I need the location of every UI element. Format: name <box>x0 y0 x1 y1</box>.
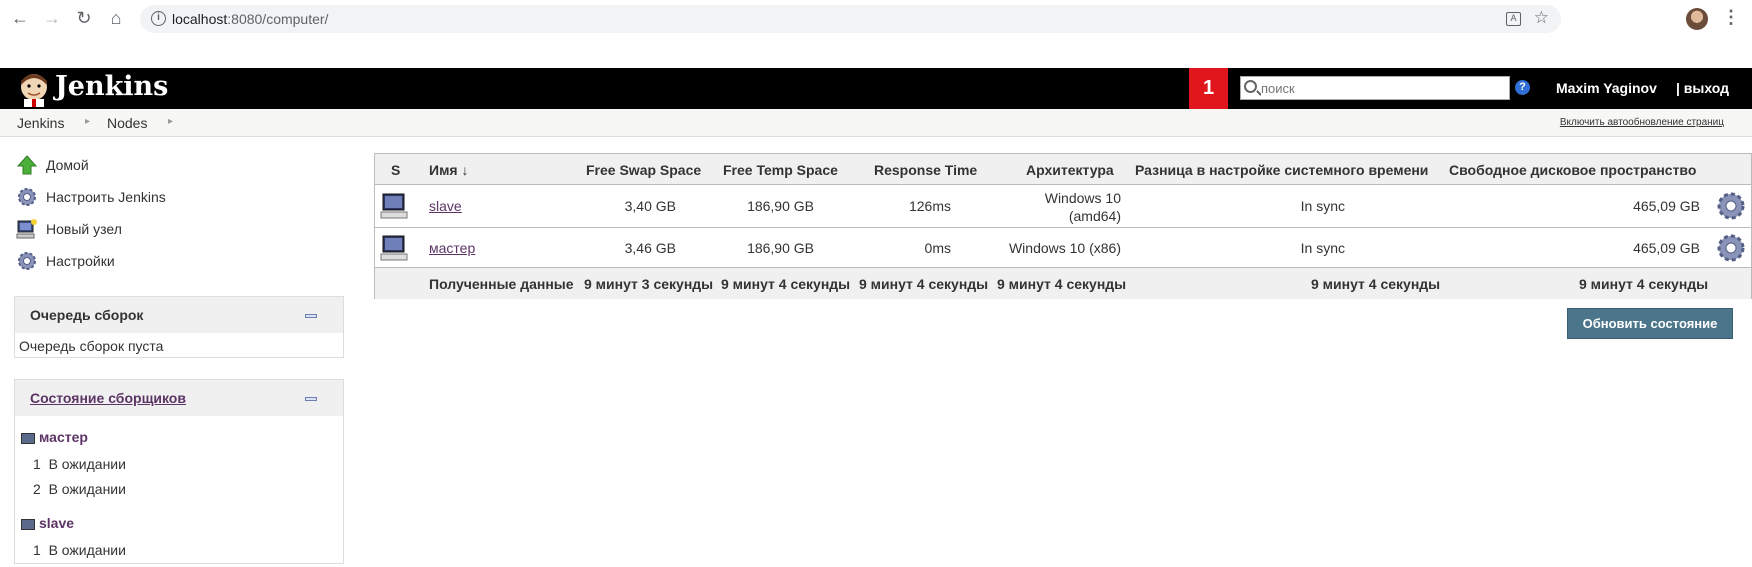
breadcrumb-separator-icon[interactable]: ▸ <box>168 116 173 127</box>
footer-swap: 9 минут 3 секунды <box>584 276 714 292</box>
temp-value: 186,90 GB <box>747 240 814 256</box>
swap-value: 3,46 GB <box>624 240 676 256</box>
search-icon <box>1244 80 1257 93</box>
translate-icon[interactable]: A <box>1506 12 1521 26</box>
computer-icon <box>380 193 408 219</box>
refresh-status-button[interactable]: Обновить состояние <box>1567 308 1733 339</box>
jenkins-header: Jenkins 1 ? Maxim Yaginov | выход <box>0 68 1752 109</box>
table-row: slave 3,40 GB 186,90 GB 126ms Windows 10… <box>375 185 1751 228</box>
url-text[interactable]: localhost:8080/computer/ <box>172 11 328 27</box>
executor-status-header: Состояние сборщиков <box>15 380 343 416</box>
browser-menu-icon[interactable]: ⋮ <box>1722 7 1740 28</box>
back-icon[interactable]: ← <box>9 7 31 29</box>
computer-icon <box>21 518 35 530</box>
build-queue-title: Очередь сборок <box>30 307 144 323</box>
executor-node-slave[interactable]: slave <box>21 515 74 531</box>
collapse-icon[interactable] <box>305 397 317 401</box>
profile-avatar[interactable] <box>1686 8 1708 30</box>
swap-value: 3,40 GB <box>624 198 676 214</box>
autorefresh-link[interactable]: Включить автообновление страниц <box>1560 117 1724 128</box>
footer-arch: 9 минут 4 секунды <box>997 276 1127 292</box>
bookmark-star-icon[interactable]: ☆ <box>1534 8 1549 28</box>
executor-node-master[interactable]: мастер <box>21 429 88 445</box>
breadcrumb: Jenkins ▸ Nodes ▸ Включить автообновлени… <box>0 109 1752 137</box>
col-disk[interactable]: Свободное дисковое пространство <box>1449 162 1696 178</box>
footer-clock: 9 минут 4 секунды <box>1311 276 1441 292</box>
help-icon[interactable]: ? <box>1515 80 1530 95</box>
executor-status-title[interactable]: Состояние сборщиков <box>30 390 186 406</box>
build-queue-panel: Очередь сборок Очередь сборок пуста <box>14 296 344 358</box>
brand-title[interactable]: Jenkins <box>55 71 168 102</box>
task-settings[interactable]: Настройки <box>16 249 115 273</box>
task-new-node[interactable]: Новый узел <box>16 217 122 241</box>
search-box[interactable] <box>1240 76 1510 100</box>
breadcrumb-separator-icon[interactable]: ▸ <box>85 116 90 127</box>
footer-response: 9 минут 4 секунды <box>859 276 989 292</box>
col-clock[interactable]: Разница в настройке системного времени <box>1135 162 1428 178</box>
collapse-icon[interactable] <box>305 314 317 318</box>
disk-value: 465,09 GB <box>1633 198 1700 214</box>
arch-value: Windows 10 (x86) <box>1008 240 1121 256</box>
gear-icon[interactable] <box>1715 190 1747 222</box>
arch-value: Windows 10 (amd64) <box>1044 190 1121 224</box>
footer-temp: 9 минут 4 секунды <box>721 276 851 292</box>
reload-icon[interactable]: ↻ <box>73 7 95 29</box>
disk-value: 465,09 GB <box>1633 240 1700 256</box>
table-header: S Имя ↓ Free Swap Space Free Temp Space … <box>375 154 1751 185</box>
computer-new-icon <box>16 218 38 240</box>
nodes-table: S Имя ↓ Free Swap Space Free Temp Space … <box>374 153 1752 299</box>
clock-value: In sync <box>1300 198 1345 214</box>
response-value: 0ms <box>924 240 951 256</box>
user-link[interactable]: Maxim Yaginov <box>1556 80 1657 96</box>
gear-icon[interactable] <box>1715 232 1747 264</box>
footer-disk: 9 минут 4 секунды <box>1579 276 1709 292</box>
sort-arrow-icon: ↓ <box>461 162 469 178</box>
node-name-link[interactable]: мастер <box>429 240 475 256</box>
table-row: мастер 3,46 GB 186,90 GB 0ms Windows 10 … <box>375 229 1751 268</box>
col-status[interactable]: S <box>391 162 400 178</box>
response-value: 126ms <box>908 198 951 214</box>
executor-row: 2 В ожидании <box>33 481 126 497</box>
task-label[interactable]: Настроить Jenkins <box>46 189 166 205</box>
search-input[interactable] <box>1261 79 1501 97</box>
computer-icon <box>21 432 35 444</box>
task-configure-jenkins[interactable]: Настроить Jenkins <box>16 185 166 209</box>
node-name-link[interactable]: slave <box>429 198 462 214</box>
logout-link[interactable]: | выход <box>1676 80 1729 96</box>
col-response[interactable]: Response Time <box>874 162 977 178</box>
task-label[interactable]: Настройки <box>46 253 115 269</box>
build-queue-empty: Очередь сборок пуста <box>19 338 164 354</box>
footer-label: Полученные данные <box>429 276 574 292</box>
clock-value: In sync <box>1300 240 1345 256</box>
executor-row: 1 В ожидании <box>33 542 126 558</box>
computer-icon <box>380 235 408 261</box>
notification-badge[interactable]: 1 <box>1189 68 1228 109</box>
forward-icon[interactable]: → <box>41 7 63 29</box>
table-footer: Полученные данные 9 минут 3 секунды 9 ми… <box>375 268 1751 299</box>
gear-icon <box>16 250 38 272</box>
gear-icon <box>16 186 38 208</box>
col-name[interactable]: Имя ↓ <box>429 162 468 178</box>
col-arch[interactable]: Архитектура <box>1026 162 1114 178</box>
executor-row: 1 В ожидании <box>33 456 126 472</box>
task-label[interactable]: Домой <box>46 157 89 173</box>
home-arrow-icon <box>16 154 38 176</box>
home-icon[interactable]: ⌂ <box>105 7 127 29</box>
breadcrumb-nodes[interactable]: Nodes <box>107 115 147 131</box>
executor-status-panel: Состояние сборщиков мастер 1 В ожидании … <box>14 379 344 564</box>
temp-value: 186,90 GB <box>747 198 814 214</box>
col-temp[interactable]: Free Temp Space <box>723 162 838 178</box>
breadcrumb-jenkins[interactable]: Jenkins <box>17 115 64 131</box>
task-label[interactable]: Новый узел <box>46 221 122 237</box>
task-home[interactable]: Домой <box>16 153 89 177</box>
col-swap[interactable]: Free Swap Space <box>586 162 701 178</box>
info-icon[interactable]: i <box>151 11 166 26</box>
address-bar[interactable]: i localhost:8080/computer/ A ☆ <box>140 5 1561 33</box>
jenkins-logo[interactable] <box>16 71 52 107</box>
build-queue-header: Очередь сборок <box>15 297 343 333</box>
browser-toolbar: ← → ↻ ⌂ i localhost:8080/computer/ A ☆ ⋮ <box>0 0 1752 38</box>
